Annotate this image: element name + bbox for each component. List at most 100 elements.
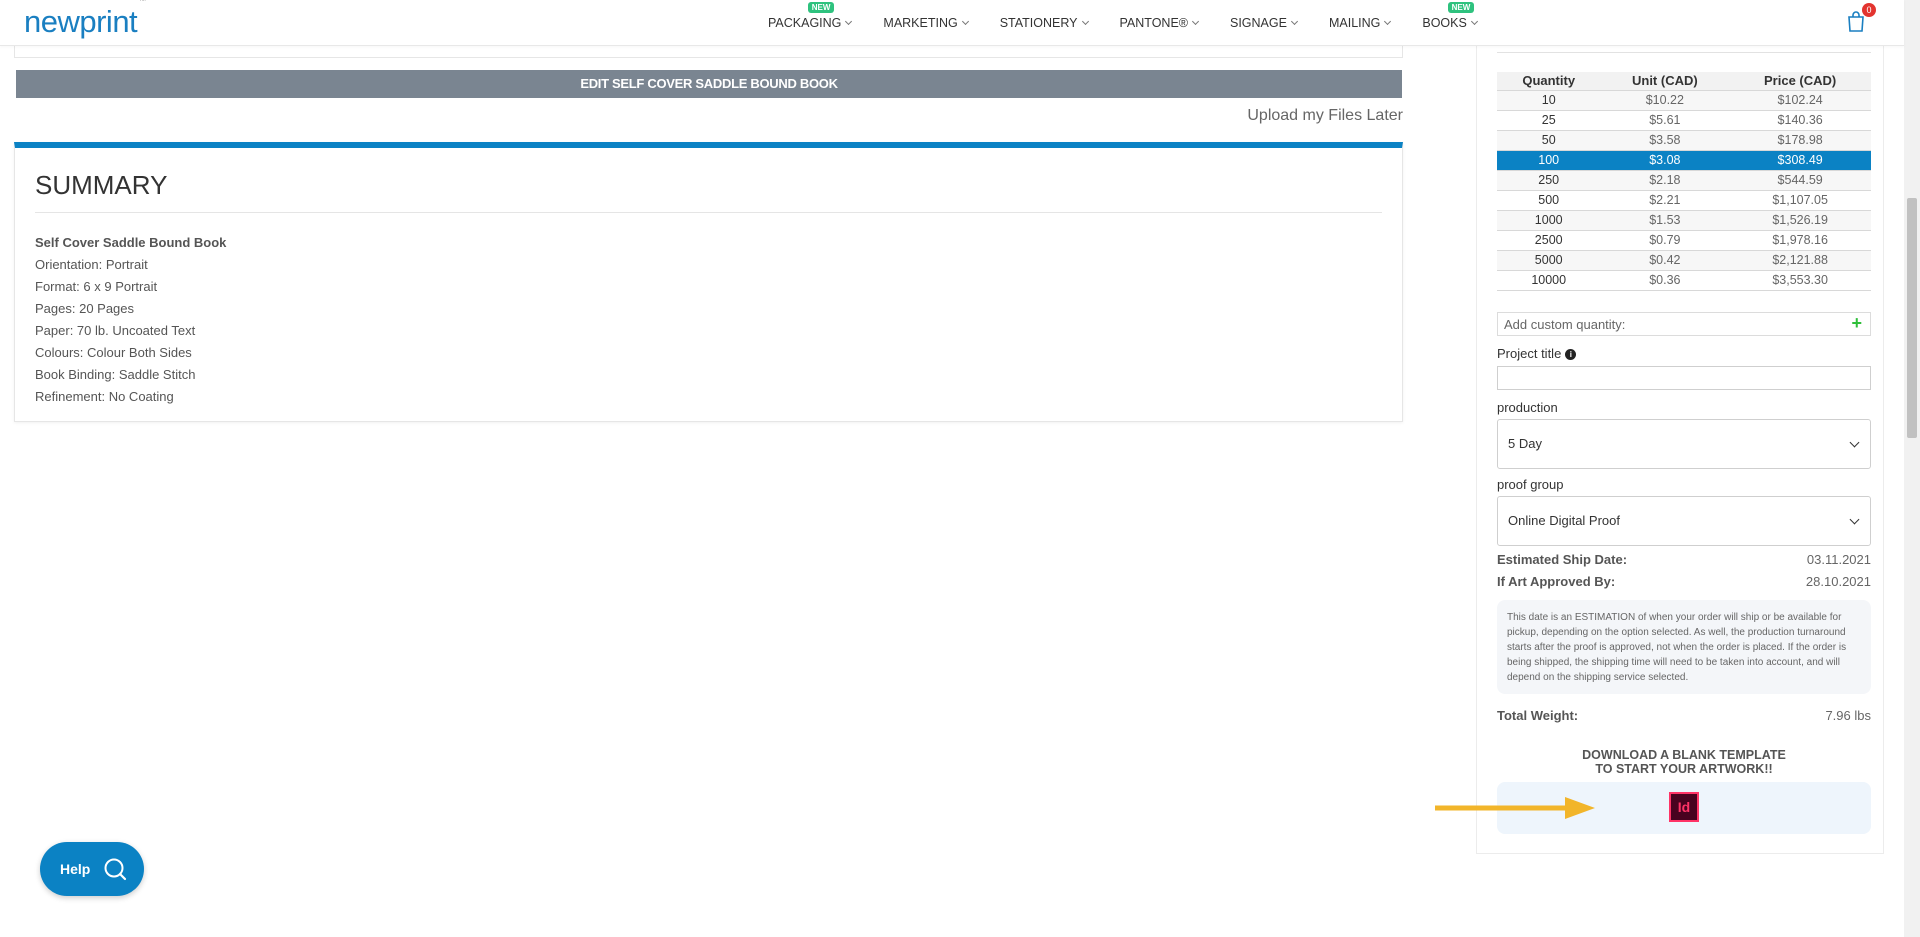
quantity-cell: 10 xyxy=(1497,90,1601,111)
total-price-cell: $102.24 xyxy=(1729,90,1871,111)
page-scrollbar[interactable] xyxy=(1904,0,1920,937)
summary-product-name: Self Cover Saddle Bound Book xyxy=(35,235,227,250)
price-row[interactable]: 100 $3.08 $308.49 xyxy=(1497,150,1871,171)
unit-price-cell: $0.79 xyxy=(1600,230,1730,251)
price-row[interactable]: 2500 $0.79 $1,978.16 xyxy=(1497,230,1871,251)
chevron-down-icon xyxy=(1470,17,1478,26)
unit-price-cell: $10.22 xyxy=(1600,90,1730,111)
download-heading-line: TO START YOUR ARTWORK!! xyxy=(1595,762,1773,776)
quantity-cell: 25 xyxy=(1497,110,1601,131)
logo-text: newprint xyxy=(24,4,138,39)
total-price-cell: $3,553.30 xyxy=(1729,270,1871,291)
art-approved-label: If Art Approved By: xyxy=(1497,574,1616,589)
nav-item-1[interactable]: MARKETING xyxy=(867,16,983,30)
nav-item-label: BOOKS xyxy=(1422,16,1467,30)
price-row[interactable]: 50 $3.58 $178.98 xyxy=(1497,130,1871,151)
ship-date-label: Estimated Ship Date: xyxy=(1497,552,1628,567)
logo-trademark: ™ xyxy=(138,0,146,5)
unit-price-cell: $5.61 xyxy=(1600,110,1730,131)
art-approved-by: If Art Approved By: 28.10.2021 xyxy=(1497,574,1871,589)
chevron-down-icon xyxy=(1849,514,1860,525)
new-badge: NEW xyxy=(807,2,835,13)
edit-product-button[interactable]: EDIT SELF COVER SADDLE BOUND BOOK xyxy=(16,70,1402,98)
column-header-unit: Unit (CAD) xyxy=(1600,72,1730,91)
price-row[interactable]: 10 $10.22 $102.24 xyxy=(1497,90,1871,111)
total-weight: Total Weight: 7.96 lbs xyxy=(1497,708,1871,723)
help-button[interactable]: Help xyxy=(40,842,144,896)
column-header-quantity: Quantity xyxy=(1497,72,1601,91)
chevron-down-icon xyxy=(961,17,969,26)
pointer-arrow-icon xyxy=(1435,797,1595,819)
total-price-cell: $1,107.05 xyxy=(1729,190,1871,211)
production-label: production xyxy=(1497,400,1558,415)
quantity-cell: 2500 xyxy=(1497,230,1601,251)
summary-line: Refinement: No Coating xyxy=(35,389,174,404)
price-table: Quantity Unit (CAD) Price (CAD) 10 $10.22… xyxy=(1497,72,1871,291)
custom-quantity-input[interactable]: Add custom quantity: + xyxy=(1497,312,1871,336)
options-card-edge xyxy=(14,46,1403,58)
help-label: Help xyxy=(60,861,91,877)
download-heading-line: DOWNLOAD A BLANK TEMPLATE xyxy=(1582,748,1786,762)
summary-title: SUMMARY xyxy=(35,170,168,200)
quantity-cell: 1000 xyxy=(1497,210,1601,231)
total-price-cell: $178.98 xyxy=(1729,130,1871,151)
scrollbar-thumb[interactable] xyxy=(1907,198,1917,438)
production-select[interactable]: 5 Day xyxy=(1497,419,1871,469)
unit-price-cell: $2.21 xyxy=(1600,190,1730,211)
upload-files-later-link[interactable]: Upload my Files Later xyxy=(200,107,1403,125)
chevron-down-icon xyxy=(845,17,853,26)
main-nav: PACKAGING NEW MARKETING STATIONERY PANTONE® S… xyxy=(752,0,1493,46)
nav-item-5[interactable]: MAILING xyxy=(1313,16,1406,30)
summary-line: Orientation: Portrait xyxy=(35,257,148,272)
project-title-label: Project title i xyxy=(1497,346,1577,361)
chevron-down-icon xyxy=(1384,17,1392,26)
quantity-cell: 5000 xyxy=(1497,250,1601,271)
project-title-input[interactable] xyxy=(1497,366,1871,390)
search-icon xyxy=(104,858,127,881)
nav-item-label: MAILING xyxy=(1328,16,1381,30)
custom-quantity-placeholder: Add custom quantity: xyxy=(1504,317,1626,332)
price-row[interactable]: 10000 $0.36 $3,553.30 xyxy=(1497,270,1871,291)
newprint-logo[interactable]: newprint™ xyxy=(24,0,146,40)
total-price-cell: $140.36 xyxy=(1729,110,1871,131)
nav-item-3[interactable]: PANTONE® xyxy=(1104,16,1214,30)
estimated-ship-date: Estimated Ship Date: 03.11.2021 xyxy=(1497,552,1871,567)
panel-divider xyxy=(1497,52,1871,53)
indesign-template-icon[interactable]: Id xyxy=(1669,792,1699,822)
summary-divider xyxy=(35,212,1382,213)
price-row[interactable]: 25 $5.61 $140.36 xyxy=(1497,110,1871,131)
quantity-cell: 500 xyxy=(1497,190,1601,211)
download-template-heading: DOWNLOAD A BLANK TEMPLATE TO START YOUR … xyxy=(1497,748,1871,776)
add-quantity-plus-icon[interactable]: + xyxy=(1851,313,1862,334)
new-badge: NEW xyxy=(1447,2,1475,13)
total-weight-value: 7.96 lbs xyxy=(1825,708,1871,723)
total-price-cell: $2,121.88 xyxy=(1729,250,1871,271)
nav-item-4[interactable]: SIGNAGE xyxy=(1214,16,1313,30)
unit-price-cell: $2.18 xyxy=(1600,170,1730,191)
price-row[interactable]: 500 $2.21 $1,107.05 xyxy=(1497,190,1871,211)
summary-card: SUMMARY Self Cover Saddle Bound Book Ori… xyxy=(14,142,1403,422)
estimation-note: This date is an ESTIMATION of when your … xyxy=(1497,600,1871,694)
cart-button[interactable]: 0 xyxy=(1844,3,1876,34)
total-price-cell: $544.59 xyxy=(1729,170,1871,191)
order-panel: Quantity Unit (CAD) Price (CAD) 10 $10.22… xyxy=(1476,46,1884,854)
price-row[interactable]: 250 $2.18 $544.59 xyxy=(1497,170,1871,191)
production-selected-value: 5 Day xyxy=(1508,436,1542,451)
nav-item-6[interactable]: BOOKS NEW xyxy=(1406,2,1492,30)
info-icon[interactable]: i xyxy=(1565,349,1577,360)
quantity-cell: 100 xyxy=(1497,150,1601,171)
price-row[interactable]: 5000 $0.42 $2,121.88 xyxy=(1497,250,1871,271)
unit-price-cell: $3.58 xyxy=(1600,130,1730,151)
chevron-down-icon xyxy=(1849,437,1860,448)
nav-item-0[interactable]: PACKAGING NEW xyxy=(752,2,867,30)
summary-line: Format: 6 x 9 Portrait xyxy=(35,279,158,294)
proof-group-selected-value: Online Digital Proof xyxy=(1508,513,1620,528)
chevron-down-icon xyxy=(1290,17,1299,26)
chevron-down-icon xyxy=(1081,17,1089,26)
total-price-cell: $1,978.16 xyxy=(1729,230,1871,251)
proof-group-select[interactable]: Online Digital Proof xyxy=(1497,496,1871,546)
nav-item-2[interactable]: STATIONERY xyxy=(984,16,1104,30)
price-row[interactable]: 1000 $1.53 $1,526.19 xyxy=(1497,210,1871,231)
summary-line: Colours: Colour Both Sides xyxy=(35,345,192,360)
nav-item-label: SIGNAGE xyxy=(1230,16,1287,30)
